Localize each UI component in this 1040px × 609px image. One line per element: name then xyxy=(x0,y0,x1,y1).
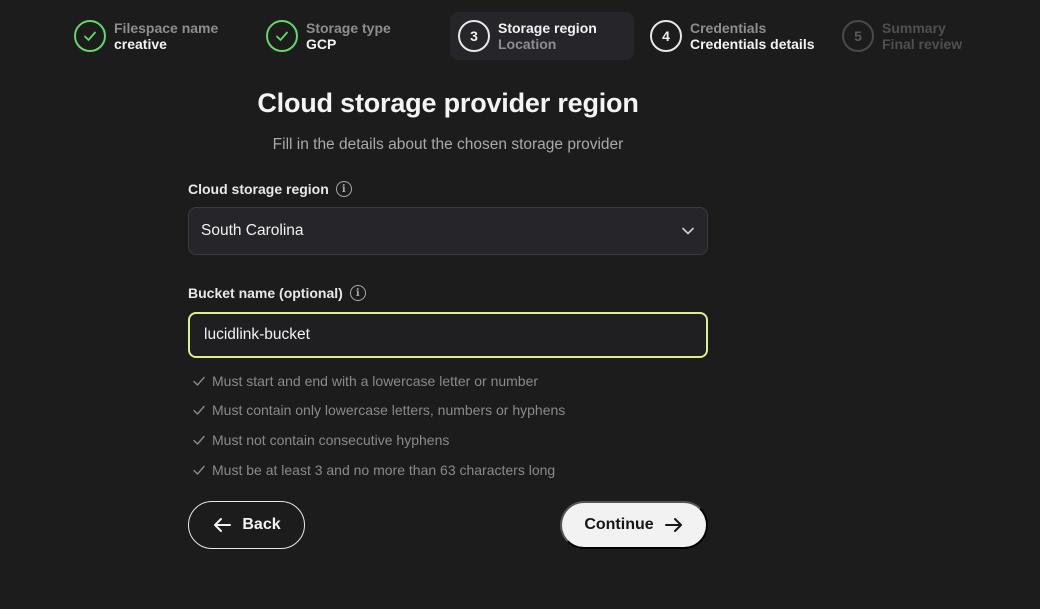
step-complete-check-icon xyxy=(74,20,106,52)
bucket-field-label: Bucket name (optional) i xyxy=(188,285,366,301)
back-button-label: Back xyxy=(242,516,281,533)
region-select-value: South Carolina xyxy=(201,222,304,239)
step-subtitle: Location xyxy=(498,36,557,52)
step-summary: 5 Summary Final review xyxy=(834,12,962,60)
step-complete-check-icon xyxy=(266,20,298,52)
validation-rule: Must not contain consecutive hyphens xyxy=(192,425,712,455)
validation-rule-text: Must be at least 3 and no more than 63 c… xyxy=(212,461,556,478)
step-number: 3 xyxy=(458,20,490,52)
step-number: 5 xyxy=(842,20,874,52)
step-storage-region[interactable]: 3 Storage region Location xyxy=(450,12,634,60)
chevron-down-icon xyxy=(682,227,694,235)
check-icon xyxy=(193,406,205,416)
bucket-name-value: lucidlink-bucket xyxy=(204,326,310,343)
continue-button[interactable]: Continue xyxy=(560,501,708,549)
region-field-label: Cloud storage region i xyxy=(188,181,352,197)
step-subtitle: Final review xyxy=(882,36,963,52)
back-button[interactable]: Back xyxy=(188,501,305,549)
step-credentials[interactable]: 4 Credentials Credentials details xyxy=(642,12,815,60)
step-title: Filespace name xyxy=(114,20,219,36)
bucket-name-input[interactable]: lucidlink-bucket xyxy=(188,312,708,358)
step-subtitle: creative xyxy=(114,36,167,52)
page-subtitle: Fill in the details about the chosen sto… xyxy=(272,136,624,153)
step-filespace-name[interactable]: Filespace name creative xyxy=(66,12,218,60)
step-title: Summary xyxy=(882,20,946,36)
check-icon xyxy=(193,435,205,445)
step-number: 4 xyxy=(650,20,682,52)
validation-rule-text: Must not contain consecutive hyphens xyxy=(212,431,450,448)
check-icon xyxy=(193,465,205,475)
arrow-left-icon xyxy=(214,518,232,532)
step-subtitle: Credentials details xyxy=(690,36,815,52)
validation-rule-text: Must start and end with a lowercase lett… xyxy=(212,372,539,389)
info-icon[interactable]: i xyxy=(335,181,352,197)
info-icon[interactable]: i xyxy=(349,285,366,301)
step-subtitle: GCP xyxy=(306,36,337,52)
check-icon xyxy=(193,376,205,386)
page-title: Cloud storage provider region xyxy=(257,88,639,118)
validation-rule-text: Must contain only lowercase letters, num… xyxy=(212,402,566,419)
bucket-validation-rules: Must start and end with a lowercase lett… xyxy=(192,366,712,484)
region-label-text: Cloud storage region xyxy=(188,181,329,197)
bucket-label-text: Bucket name (optional) xyxy=(188,285,343,301)
region-select[interactable]: South Carolina xyxy=(188,207,708,255)
validation-rule: Must be at least 3 and no more than 63 c… xyxy=(192,455,712,485)
arrow-right-icon xyxy=(664,518,682,532)
validation-rule: Must start and end with a lowercase lett… xyxy=(192,366,712,396)
continue-button-label: Continue xyxy=(584,516,654,533)
setup-wizard: Filespace name creative Storage type GCP… xyxy=(0,0,1040,609)
step-title: Credentials xyxy=(690,20,767,36)
step-storage-type[interactable]: Storage type GCP xyxy=(258,12,391,60)
wizard-stepper: Filespace name creative Storage type GCP… xyxy=(0,0,1040,70)
step-title: Storage region xyxy=(498,20,597,36)
validation-rule: Must contain only lowercase letters, num… xyxy=(192,396,712,426)
step-title: Storage type xyxy=(306,20,391,36)
